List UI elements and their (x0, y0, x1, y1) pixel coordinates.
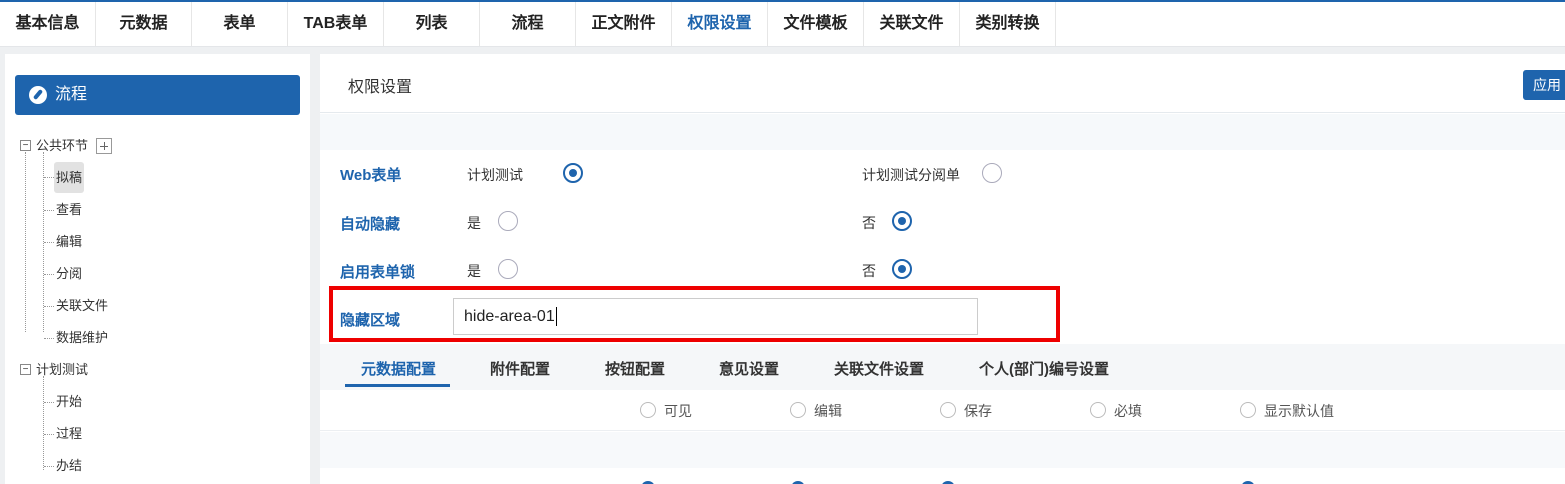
tree-leaf-related-files[interactable]: 关联文件 (54, 295, 110, 317)
web-form-option1-label: 计划测试 (467, 167, 523, 183)
hide-area-input[interactable] (453, 298, 978, 335)
tree-connector (44, 338, 54, 339)
flow-tree: − 公共环节 拟稿 查看 编辑 分阅 关联文件 数据维护 − 计划测试 开始 过… (5, 54, 310, 484)
web-form-option1-radio[interactable] (563, 163, 583, 183)
tree-connector (44, 274, 54, 275)
auto-hide-yes-label: 是 (467, 215, 481, 231)
tree-leaf-draft[interactable]: 拟稿 (54, 162, 85, 193)
tab-file-template[interactable]: 文件模板 (768, 2, 864, 46)
tree-leaf-edit[interactable]: 编辑 (54, 231, 84, 253)
tree-connector (44, 434, 54, 435)
auto-hide-yes-radio[interactable] (498, 211, 518, 231)
tab-permissions[interactable]: 权限设置 (672, 2, 768, 46)
required-label: 必填 (1114, 403, 1142, 419)
auto-hide-label: 自动隐藏 (340, 216, 401, 233)
tab-tab-form[interactable]: TAB表单 (288, 2, 384, 46)
collapse-toggle-icon[interactable]: − (20, 140, 31, 151)
tab-form[interactable]: 表单 (192, 2, 288, 46)
tree-connector (44, 210, 54, 211)
apply-button[interactable]: 应用 (1523, 70, 1565, 100)
web-form-option2-radio[interactable] (982, 163, 1002, 183)
top-tab-bar: 基本信息 元数据 表单 TAB表单 列表 流程 正文附件 权限设置 文件模板 关… (0, 0, 1565, 47)
form-lock-no-radio[interactable] (892, 259, 912, 279)
edit-radio[interactable] (790, 402, 806, 418)
save-radio[interactable] (940, 402, 956, 418)
tab-related-files[interactable]: 关联文件 (864, 2, 960, 46)
form-lock-yes-radio[interactable] (498, 259, 518, 279)
tree-connector (44, 242, 54, 243)
form-lock-no-label: 否 (862, 263, 876, 279)
subtab-button-config[interactable]: 按钮配置 (605, 358, 665, 379)
tab-metadata[interactable]: 元数据 (96, 2, 192, 46)
tab-flow[interactable]: 流程 (480, 2, 576, 46)
spacer-band-2 (320, 432, 1565, 468)
visible-radio[interactable] (640, 402, 656, 418)
subtab-related-file-settings[interactable]: 关联文件设置 (834, 358, 924, 379)
web-form-label: Web表单 (340, 167, 402, 184)
tree-connector (44, 306, 54, 307)
permissions-panel: 权限设置 应用 Web表单 计划测试 计划测试分阅单 自动隐藏 是 否 启用表单… (320, 54, 1565, 484)
form-lock-label: 启用表单锁 (340, 264, 416, 281)
tree-leaf-data-maintenance[interactable]: 数据维护 (54, 327, 110, 349)
text-caret (556, 307, 557, 326)
spacer-band (320, 114, 1565, 150)
tree-connector (43, 376, 44, 470)
hide-area-label: 隐藏区域 (340, 312, 401, 329)
active-subtab-indicator (345, 384, 450, 387)
auto-hide-no-radio[interactable] (892, 211, 912, 231)
subtab-numbering-settings[interactable]: 个人(部门)编号设置 (979, 358, 1109, 379)
visible-label: 可见 (664, 403, 692, 419)
sub-tab-bar: 元数据配置 附件配置 按钮配置 意见设置 关联文件设置 个人(部门)编号设置 (320, 344, 1565, 390)
collapse-toggle-icon[interactable]: − (20, 364, 31, 375)
sidebar: 流程 − 公共环节 拟稿 查看 编辑 分阅 关联文件 数据维护 − 计划测试 开… (5, 54, 310, 484)
page-title: 权限设置 (348, 79, 413, 96)
web-form-option2-label: 计划测试分阅单 (862, 167, 960, 183)
subtab-attachment-config[interactable]: 附件配置 (490, 358, 550, 379)
tree-leaf-process[interactable]: 过程 (54, 423, 84, 445)
tree-leaf-start[interactable]: 开始 (54, 391, 84, 413)
tree-leaf-distribute[interactable]: 分阅 (54, 263, 84, 285)
subtab-metadata-config[interactable]: 元数据配置 (361, 358, 436, 379)
form-lock-yes-label: 是 (467, 263, 481, 279)
tree-connector (44, 466, 54, 467)
add-node-icon[interactable] (96, 138, 112, 154)
subtab-opinion-settings[interactable]: 意见设置 (719, 358, 779, 379)
show-default-radio[interactable] (1240, 402, 1256, 418)
panel-header: 权限设置 应用 (320, 54, 1565, 113)
tree-leaf-view[interactable]: 查看 (54, 199, 84, 221)
tab-attachments[interactable]: 正文附件 (576, 2, 672, 46)
tree-connector (44, 177, 54, 178)
tab-category-convert[interactable]: 类别转换 (960, 2, 1056, 46)
tab-list[interactable]: 列表 (384, 2, 480, 46)
show-default-label: 显示默认值 (1264, 403, 1334, 419)
save-label: 保存 (964, 403, 992, 419)
required-radio[interactable] (1090, 402, 1106, 418)
tree-connector (25, 152, 26, 332)
auto-hide-no-label: 否 (862, 215, 876, 231)
tree-connector (44, 402, 54, 403)
column-header-row: 可见 编辑 保存 必填 显示默认值 (320, 390, 1565, 431)
edit-label: 编辑 (814, 403, 842, 419)
tab-basic-info[interactable]: 基本信息 (0, 2, 96, 46)
tree-leaf-finish[interactable]: 办结 (54, 455, 84, 477)
